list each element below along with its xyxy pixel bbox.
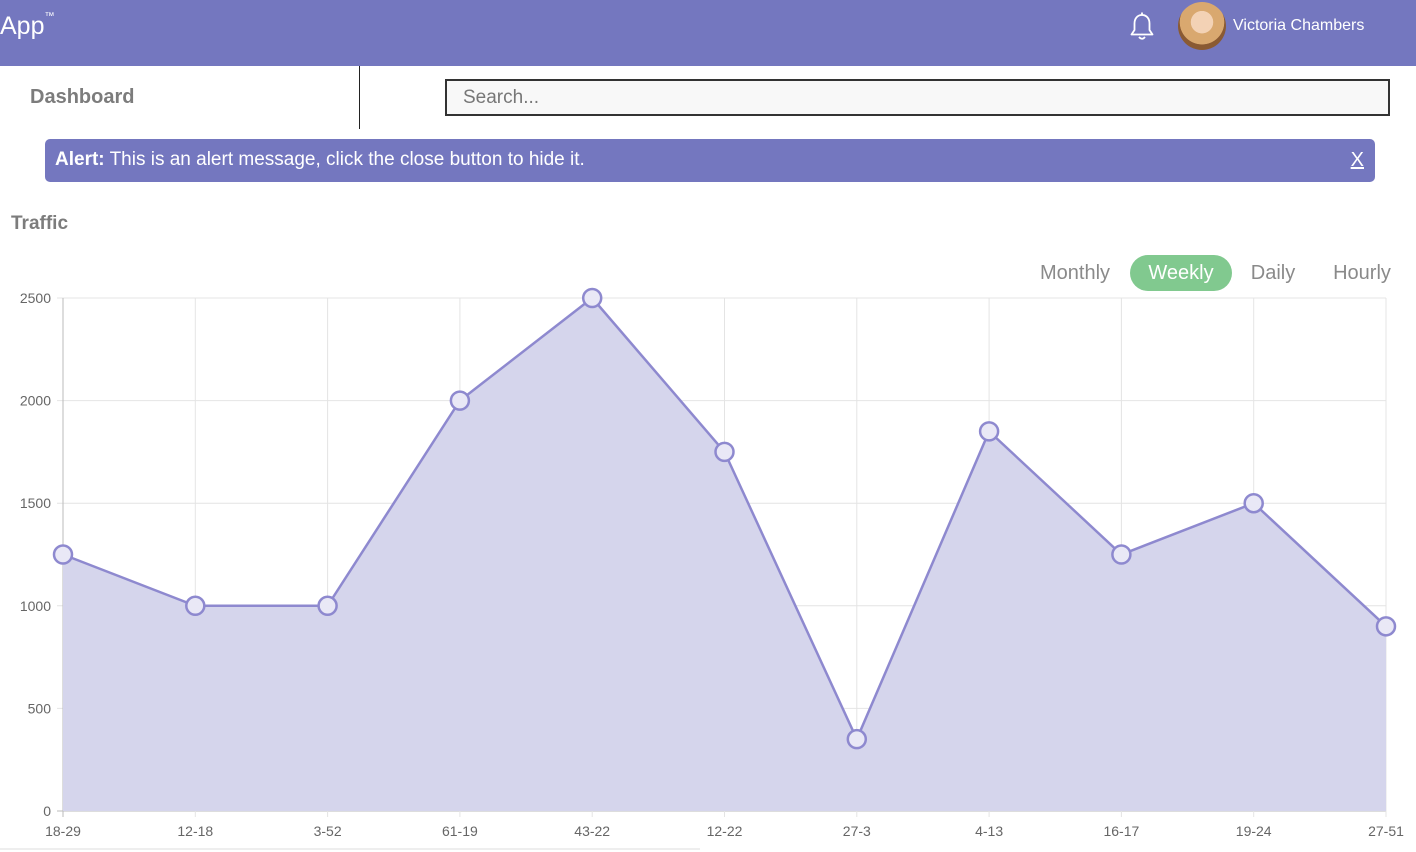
alert-banner: Alert: This is an alert message, click t… (45, 139, 1375, 182)
y-tick-label: 1000 (20, 598, 51, 614)
alert-text: Alert: This is an alert message, click t… (55, 149, 585, 171)
x-tick-label: 19-24 (1236, 823, 1272, 839)
user-name[interactable]: Victoria Chambers (1233, 17, 1364, 35)
data-point[interactable] (846, 728, 868, 750)
top-header: App™ Victoria Chambers (0, 0, 1416, 66)
alert-close-button[interactable]: X (1351, 149, 1364, 172)
search-input[interactable] (445, 79, 1390, 116)
x-tick-label: 61-19 (442, 823, 478, 839)
x-tick-label: 12-22 (707, 823, 743, 839)
data-point[interactable] (978, 421, 1000, 442)
x-tick-label: 43-22 (574, 823, 610, 839)
data-point[interactable] (714, 441, 735, 463)
x-tick-label: 4-13 (975, 823, 1003, 839)
data-point[interactable] (1243, 492, 1264, 514)
data-point[interactable] (52, 544, 74, 565)
data-point[interactable] (449, 390, 471, 411)
data-point[interactable] (317, 595, 338, 617)
traffic-chart: 0 500 1000 1500 2000 2500 18-29 12-18 3-52 61-19… (0, 287, 1404, 850)
x-tick-label: 12-18 (177, 823, 213, 839)
traffic-title: Traffic (11, 213, 69, 234)
data-point[interactable] (581, 287, 603, 309)
y-tick-label: 2500 (20, 290, 51, 306)
avatar[interactable] (1178, 2, 1226, 50)
y-tick-label: 500 (28, 700, 52, 716)
x-tick-label: 3-52 (314, 823, 342, 839)
app-title[interactable]: App™ (0, 10, 55, 41)
data-point[interactable] (1111, 544, 1132, 565)
alert-message: This is an alert message, click the clos… (109, 149, 585, 170)
x-tick-label: 27-3 (843, 823, 871, 839)
x-tick-label: 27-51 (1368, 823, 1404, 839)
alert-label: Alert: (55, 149, 105, 170)
app-trademark: ™ (44, 10, 55, 22)
app-name: App (0, 12, 45, 40)
y-tick-label: 1500 (20, 495, 51, 511)
y-tick-label: 2000 (20, 393, 51, 409)
y-tick-label: 0 (43, 803, 51, 819)
divider (359, 66, 360, 129)
data-point[interactable] (185, 595, 206, 617)
bell-icon[interactable] (1128, 12, 1156, 42)
x-tick-label: 16-17 (1103, 823, 1139, 839)
x-tick-label: 18-29 (45, 823, 81, 839)
nav-dashboard[interactable]: Dashboard (30, 86, 134, 109)
data-point[interactable] (1375, 616, 1397, 637)
